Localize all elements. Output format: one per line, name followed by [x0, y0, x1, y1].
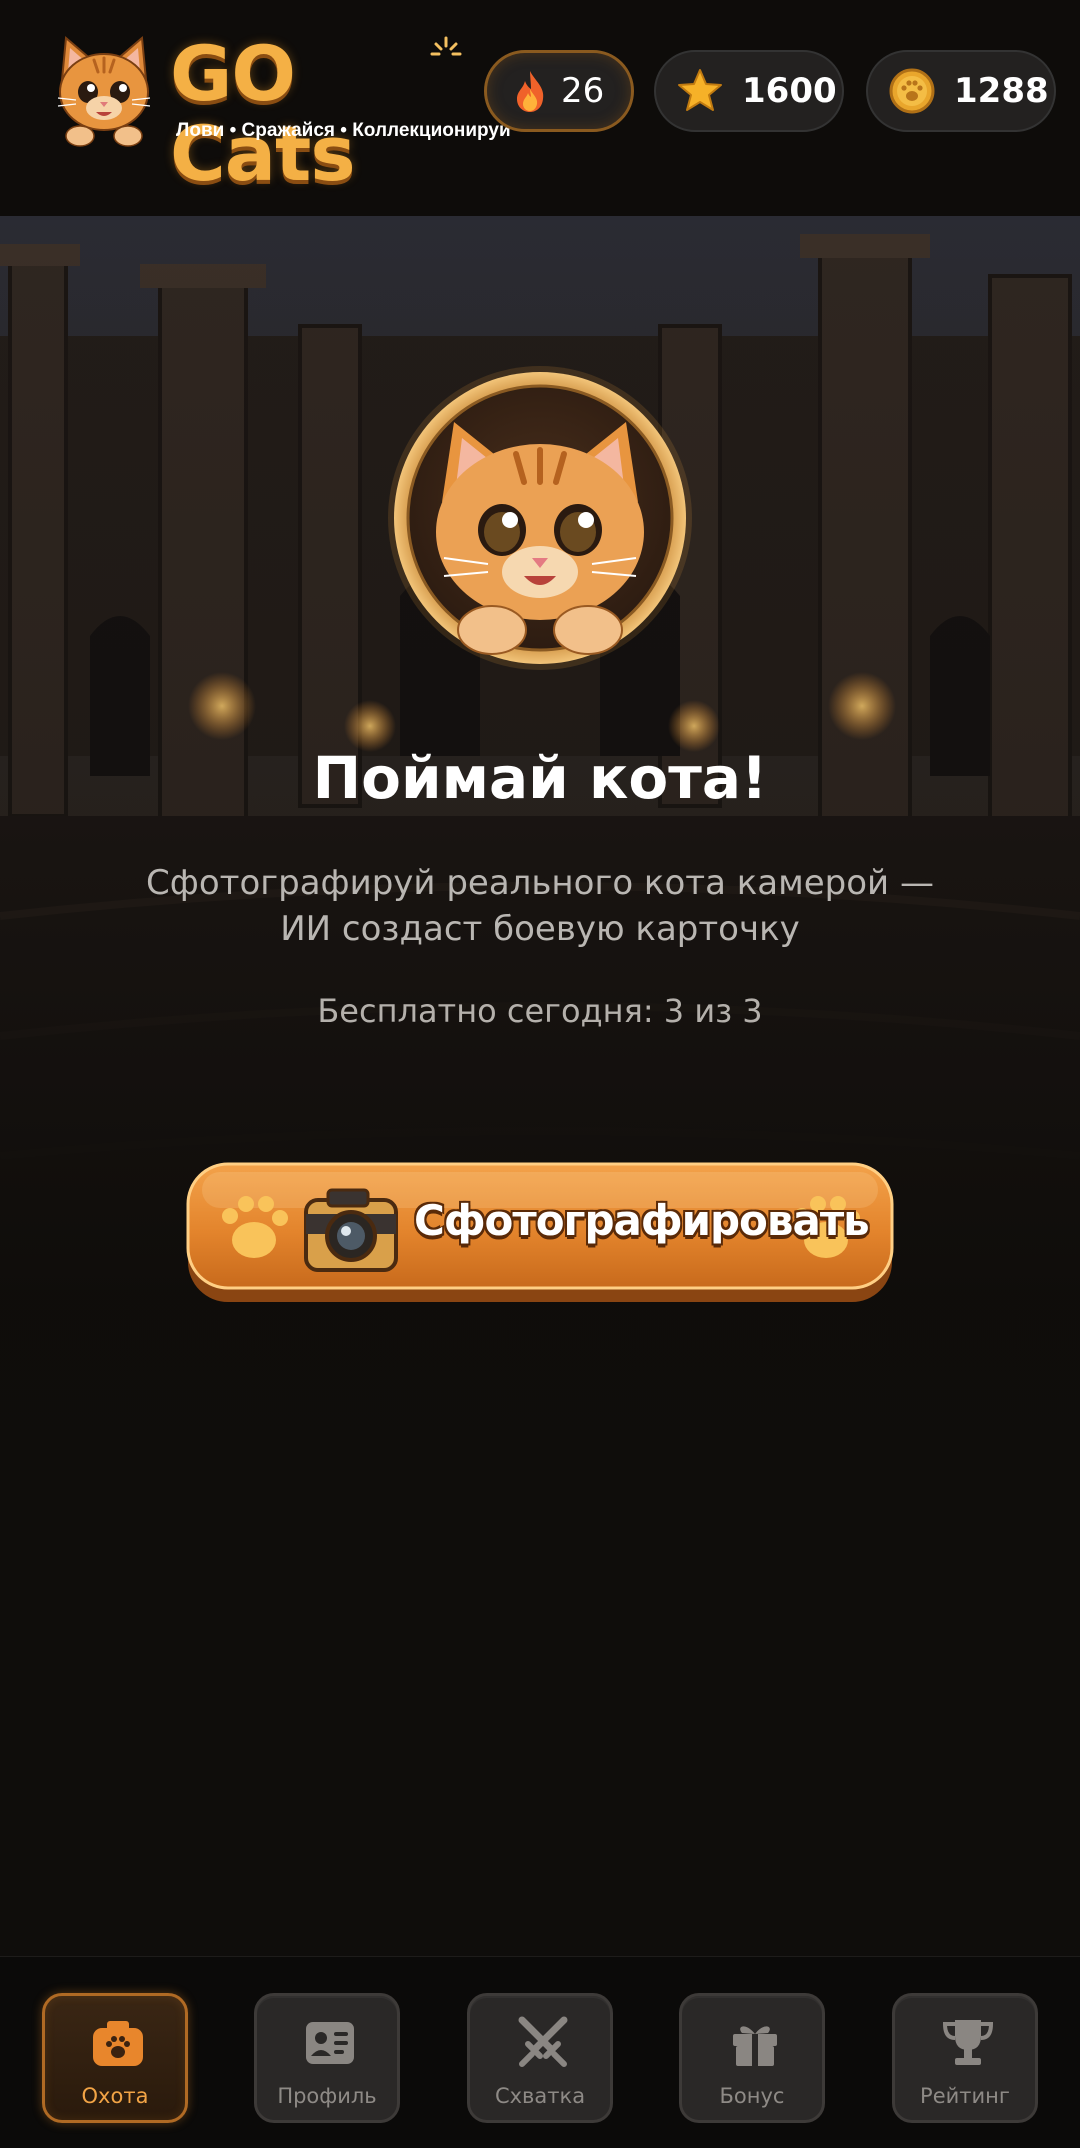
nav-tab-profile[interactable]: Профиль	[254, 1993, 400, 2123]
app-tagline: Лови • Сражайся • Коллекционируй	[176, 120, 511, 141]
hunt-description: Сфотографируй реального кота камерой — И…	[146, 863, 934, 949]
free-attempts-counter: Бесплатно сегодня: 3 из 3	[317, 992, 763, 1030]
nav-label-hunt: Охота	[81, 2084, 149, 2108]
nav-label-battle: Схватка	[494, 2084, 586, 2108]
app-title: GO Cats	[170, 29, 356, 198]
hunt-screen: Поймай кота! Сфотографируй реального кот…	[0, 216, 1080, 1956]
nav-tab-battle[interactable]: Схватка	[467, 1993, 613, 2123]
hunt-title: Поймай кота!	[312, 744, 768, 812]
streak-value: 26	[561, 71, 605, 111]
nav-tab-hunt[interactable]: Охота	[42, 1993, 188, 2123]
app-logo: GO Cats Лови • Сражайся • Коллекционируй	[48, 32, 511, 194]
nav-tab-rating[interactable]: Рейтинг	[892, 1993, 1038, 2123]
take-photo-label: Сфотографировать	[414, 1196, 870, 1245]
nav-label-profile: Профиль	[277, 2084, 377, 2108]
flame-icon	[517, 71, 544, 112]
nav-label-rating: Рейтинг	[920, 2084, 1010, 2108]
take-photo-button[interactable]: Сфотографировать	[186, 1162, 894, 1304]
coins-counter[interactable]: 1288	[866, 50, 1056, 132]
star-icon	[678, 69, 722, 111]
stars-counter[interactable]: 1600	[654, 50, 844, 132]
paw-coin-icon	[889, 68, 935, 114]
camera-icon	[304, 1188, 398, 1272]
trophy-icon	[942, 2020, 994, 2065]
nav-label-bonus: Бонус	[719, 2084, 785, 2108]
streak-counter[interactable]: 26	[484, 50, 634, 132]
bottom-navigation: Охота Профиль Схватка Бонус Рейтинг	[0, 1956, 1080, 2148]
gift-icon	[733, 2026, 777, 2066]
coins-value: 1288	[954, 71, 1049, 111]
cat-avatar-icon	[388, 366, 692, 670]
nav-tab-bonus[interactable]: Бонус	[679, 1993, 825, 2123]
profile-card-icon	[306, 2022, 354, 2064]
crossed-swords-icon	[518, 2016, 568, 2067]
top-bar: GO Cats Лови • Сражайся • Коллекционируй…	[0, 0, 1080, 216]
camera-paw-icon	[93, 2021, 143, 2066]
sparkle-icon	[430, 36, 462, 56]
stars-value: 1600	[742, 71, 837, 111]
cat-mascot-icon	[57, 35, 151, 147]
